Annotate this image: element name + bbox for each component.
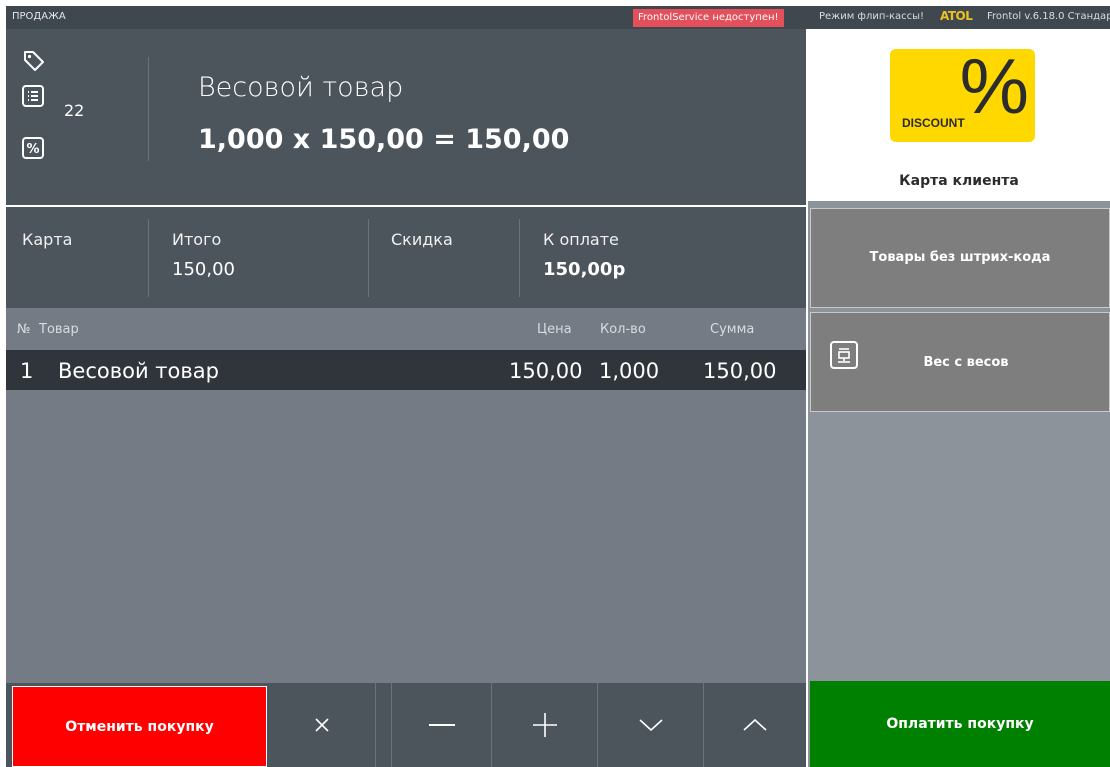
weight-from-scale-label: Вес с весов	[923, 355, 1009, 370]
bottom-toolbar: Отменить покупку	[6, 683, 806, 767]
separator	[375, 683, 391, 767]
pay-purchase-button[interactable]: Оплатить покупку	[810, 681, 1110, 767]
close-icon	[315, 718, 329, 732]
table-header: № Товар Цена Кол-во Сумма	[6, 308, 806, 349]
weight-from-scale-button[interactable]: Вес с весов	[810, 312, 1110, 412]
receipt-table: № Товар Цена Кол-во Сумма 1 Весовой това…	[6, 308, 806, 685]
plus-icon	[532, 713, 557, 737]
customer-card-button[interactable]: % DISCOUNT Карта клиента	[808, 29, 1110, 201]
svg-text:%: %	[26, 142, 39, 157]
total-label: Итого	[172, 230, 222, 249]
card-label: Карта	[22, 230, 73, 249]
version-label: Frontol v.6.18.0 Стандарт	[987, 11, 1110, 22]
list-icon[interactable]	[22, 85, 44, 111]
no-barcode-items-label: Товары без штрих-кода	[869, 250, 1051, 265]
header-sum: Сумма	[710, 322, 755, 337]
header-price: Цена	[537, 322, 572, 337]
current-item-calculation: 1,000 x 150,00 = 150,00	[198, 124, 570, 155]
right-panel: % DISCOUNT Карта клиента Товары без штри…	[808, 29, 1110, 767]
totals-panel: Карта Итого 150,00 Скидка К оплате 150,0…	[6, 207, 806, 308]
delete-button[interactable]	[269, 683, 375, 767]
header-num: №	[17, 322, 31, 337]
divider	[368, 219, 369, 297]
tag-icon[interactable]	[22, 49, 46, 73]
increase-button[interactable]	[491, 683, 597, 767]
scale-icon	[830, 341, 858, 369]
row-num: 1	[20, 359, 34, 383]
discount-text: DISCOUNT	[902, 116, 965, 130]
status-bar: ПРОДАЖА FrontolService недоступен! Режим…	[6, 6, 1110, 29]
to-pay-label: К оплате	[543, 230, 619, 249]
total-value: 150,00	[172, 259, 235, 280]
divider	[519, 219, 520, 297]
minus-icon	[428, 724, 455, 726]
chevron-up-icon	[743, 718, 767, 731]
customer-card-label: Карта клиента	[899, 173, 1019, 189]
to-pay-value: 150,00р	[543, 259, 626, 280]
divider	[148, 57, 149, 161]
row-sum: 150,00	[703, 359, 777, 383]
divider	[148, 219, 149, 297]
chevron-down-icon	[638, 719, 663, 732]
current-item-name: Весовой товар	[198, 72, 404, 103]
no-barcode-items-button[interactable]: Товары без штрих-кода	[810, 208, 1110, 308]
discount-label: Скидка	[391, 230, 453, 249]
cancel-purchase-button[interactable]: Отменить покупку	[12, 686, 267, 767]
flip-mode-label: Режим флип-кассы!	[819, 11, 925, 22]
header-qty: Кол-во	[600, 322, 646, 337]
header-item: Товар	[39, 322, 79, 337]
row-qty: 1,000	[599, 359, 660, 383]
table-row[interactable]: 1 Весовой товар 150,00 1,000 150,00	[6, 350, 806, 390]
percent-icon[interactable]: %	[22, 137, 44, 163]
scroll-down-button[interactable]	[597, 683, 703, 767]
discount-card-image: % DISCOUNT	[890, 42, 1035, 142]
service-warning-badge: FrontolService недоступен!	[633, 9, 784, 27]
current-item-panel: % 22 Весовой товар 1,000 x 150,00 = 150,…	[6, 29, 806, 205]
row-price: 150,00	[509, 359, 583, 383]
row-item: Весовой товар	[58, 359, 219, 383]
mode-label: ПРОДАЖА	[12, 11, 66, 22]
scroll-up-button[interactable]	[703, 683, 806, 767]
percent-graphic: %	[959, 42, 1029, 130]
decrease-button[interactable]	[391, 683, 491, 767]
brand-logo: ATOL	[940, 9, 973, 23]
receipt-count: 22	[64, 101, 85, 120]
